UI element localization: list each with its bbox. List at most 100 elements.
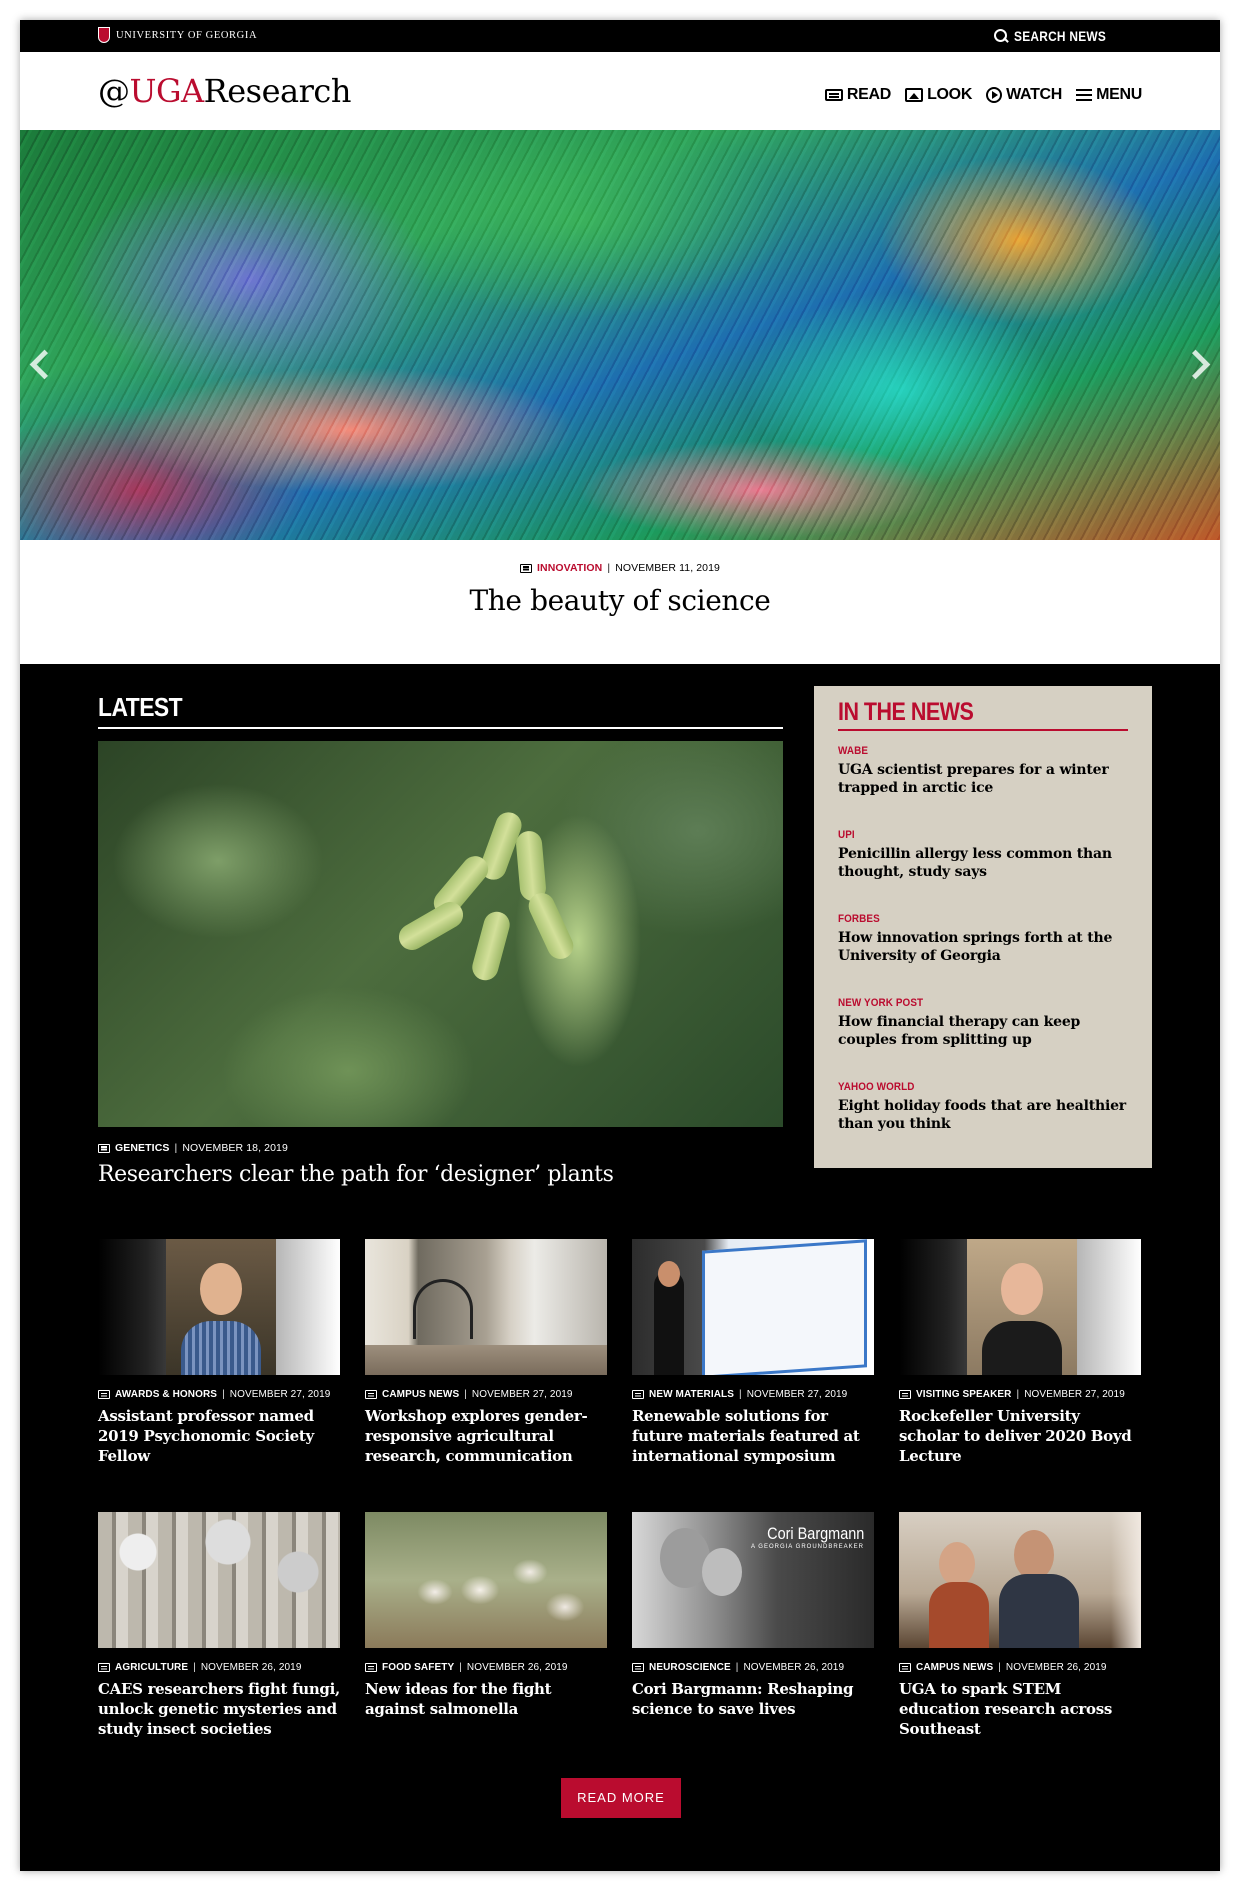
nav-look-label: LOOK: [927, 86, 973, 103]
hero-category[interactable]: INNOVATION: [537, 562, 602, 574]
news-headline[interactable]: Eight holiday foods that are healthier t…: [838, 1097, 1128, 1133]
article-card[interactable]: AWARDS & HONORS | NOVEMBER 27, 2019 Assi…: [98, 1239, 340, 1466]
card-category[interactable]: NEUROSCIENCE: [649, 1662, 731, 1673]
card-category[interactable]: CAMPUS NEWS: [916, 1662, 993, 1673]
play-icon: [986, 87, 1003, 103]
article-icon: [899, 1663, 911, 1672]
article-card[interactable]: NEW MATERIALS | NOVEMBER 27, 2019 Renewa…: [632, 1239, 874, 1466]
newspaper-icon: [824, 89, 843, 101]
news-source: WABE: [838, 745, 869, 757]
latest-title: LATEST: [98, 692, 183, 722]
card-date: NOVEMBER 26, 2019: [466, 1662, 568, 1673]
page-frame: UNIVERSITY OF GEORGIA SEARCH NEWS @UGARe…: [20, 20, 1220, 1871]
card-date: NOVEMBER 27, 2019: [1024, 1389, 1125, 1400]
search-icon: [993, 29, 1008, 43]
featured-title[interactable]: Researchers clear the path for ‘designer…: [98, 1162, 614, 1187]
carousel-prev-arrow-icon[interactable]: [28, 342, 50, 382]
overlay-subtitle: A GEORGIA GROUNDBREAKER: [750, 1544, 864, 1550]
article-card[interactable]: AGRICULTURE | NOVEMBER 26, 2019 CAES res…: [98, 1512, 340, 1739]
news-item[interactable]: NEW YORK POST How financial therapy can …: [838, 997, 1128, 1049]
hero-date: NOVEMBER 11, 2019: [615, 562, 720, 574]
article-icon: [520, 563, 532, 573]
hero-image[interactable]: [20, 130, 1220, 540]
card-title[interactable]: Assistant professor named 2019 Psychonom…: [98, 1406, 340, 1466]
in-the-news-heading: IN THE NEWS: [838, 698, 1128, 731]
nav-read-label: READ: [846, 86, 892, 103]
card-title[interactable]: Renewable solutions for future materials…: [632, 1406, 874, 1466]
card-title[interactable]: New ideas for the fight against salmonel…: [365, 1679, 607, 1719]
card-title[interactable]: Rockefeller University scholar to delive…: [899, 1406, 1141, 1466]
card-category[interactable]: CAMPUS NEWS: [382, 1389, 459, 1400]
hero-caption: INNOVATION | NOVEMBER 11, 2019 The beaut…: [20, 540, 1220, 664]
main-nav: READ LOOK WATCH MENU: [824, 86, 1142, 104]
news-item[interactable]: UPI Penicillin allergy less common than …: [838, 829, 1128, 881]
featured-category[interactable]: GENETICS: [115, 1142, 169, 1154]
brand-uga: UGA: [129, 72, 205, 110]
news-headline[interactable]: How financial therapy can keep couples f…: [838, 1013, 1128, 1049]
article-card[interactable]: VISITING SPEAKER | NOVEMBER 27, 2019 Roc…: [899, 1239, 1141, 1466]
card-image: [365, 1239, 607, 1375]
site-logo[interactable]: @UGAResearch: [98, 72, 351, 110]
news-headline[interactable]: How innovation springs forth at the Univ…: [838, 929, 1128, 965]
in-the-news-title: IN THE NEWS: [838, 698, 974, 726]
overlay-name: Cori Bargmann: [766, 1524, 864, 1543]
card-category[interactable]: AWARDS & HONORS: [115, 1389, 217, 1400]
card-image: [632, 1239, 874, 1375]
meta-separator: |: [464, 1389, 467, 1400]
nav-menu[interactable]: MENU: [1076, 86, 1142, 104]
nav-watch[interactable]: WATCH: [986, 86, 1062, 104]
news-item[interactable]: FORBES How innovation springs forth at t…: [838, 913, 1128, 965]
hero-texture: [20, 130, 1220, 540]
news-headline[interactable]: Penicillin allergy less common than thou…: [838, 845, 1128, 881]
card-date: NOVEMBER 27, 2019: [229, 1389, 331, 1400]
card-title[interactable]: CAES researchers fight fungi, unlock gen…: [98, 1679, 340, 1739]
card-title[interactable]: Cori Bargmann: Reshaping science to save…: [632, 1679, 874, 1719]
carousel-next-arrow-icon[interactable]: [1190, 342, 1212, 382]
meta-separator: |: [222, 1389, 225, 1400]
uga-logo[interactable]: UNIVERSITY OF GEORGIA: [98, 27, 257, 43]
nav-watch-label: WATCH: [1006, 86, 1063, 103]
article-icon: [98, 1143, 110, 1153]
card-title[interactable]: Workshop explores gender-responsive agri…: [365, 1406, 607, 1466]
news-item[interactable]: WABE UGA scientist prepares for a winter…: [838, 745, 1128, 797]
card-meta: FOOD SAFETY | NOVEMBER 26, 2019: [365, 1662, 607, 1673]
featured-image[interactable]: [98, 741, 783, 1127]
article-card[interactable]: FOOD SAFETY | NOVEMBER 26, 2019 New idea…: [365, 1512, 607, 1719]
card-category[interactable]: NEW MATERIALS: [649, 1389, 734, 1400]
hero-title[interactable]: The beauty of science: [20, 584, 1220, 617]
search-news-button[interactable]: SEARCH NEWS: [993, 28, 1122, 44]
card-image: [98, 1512, 340, 1648]
read-more-button[interactable]: READ MORE: [561, 1778, 681, 1818]
article-icon: [365, 1663, 377, 1672]
nav-read[interactable]: READ: [824, 86, 892, 104]
image-icon: [905, 88, 924, 102]
card-meta: NEUROSCIENCE | NOVEMBER 26, 2019: [632, 1662, 874, 1673]
card-category[interactable]: AGRICULTURE: [115, 1662, 188, 1673]
nav-look[interactable]: LOOK: [905, 86, 972, 104]
article-card[interactable]: CAMPUS NEWS | NOVEMBER 26, 2019 UGA to s…: [899, 1512, 1141, 1739]
featured-date: NOVEMBER 18, 2019: [182, 1142, 288, 1154]
card-title[interactable]: UGA to spark STEM education research acr…: [899, 1679, 1141, 1739]
article-card[interactable]: Cori Bargmann A GEORGIA GROUNDBREAKER NE…: [632, 1512, 874, 1719]
card-meta: VISITING SPEAKER | NOVEMBER 27, 2019: [899, 1389, 1141, 1400]
nav-menu-label: MENU: [1096, 86, 1142, 103]
meta-separator: |: [607, 562, 611, 574]
news-item[interactable]: YAHOO WORLD Eight holiday foods that are…: [838, 1081, 1128, 1133]
article-card[interactable]: CAMPUS NEWS | NOVEMBER 27, 2019 Workshop…: [365, 1239, 607, 1466]
card-meta: AGRICULTURE | NOVEMBER 26, 2019: [98, 1662, 340, 1673]
article-icon: [899, 1390, 911, 1399]
card-category[interactable]: VISITING SPEAKER: [916, 1389, 1012, 1400]
article-icon: [98, 1663, 110, 1672]
in-the-news-panel: IN THE NEWS WABE UGA scientist prepares …: [814, 686, 1152, 1168]
card-category[interactable]: FOOD SAFETY: [382, 1662, 454, 1673]
brand-at: @: [98, 72, 130, 110]
news-headline[interactable]: UGA scientist prepares for a winter trap…: [838, 761, 1128, 797]
site-header: @UGAResearch READ LOOK WATCH MENU: [20, 52, 1220, 130]
article-icon: [365, 1390, 377, 1399]
meta-separator: |: [998, 1662, 1001, 1673]
news-source: FORBES: [838, 913, 880, 925]
card-image: [98, 1239, 340, 1375]
card-date: NOVEMBER 27, 2019: [471, 1389, 573, 1400]
top-bar: UNIVERSITY OF GEORGIA SEARCH NEWS: [20, 20, 1220, 52]
card-date: NOVEMBER 26, 2019: [1005, 1662, 1107, 1673]
